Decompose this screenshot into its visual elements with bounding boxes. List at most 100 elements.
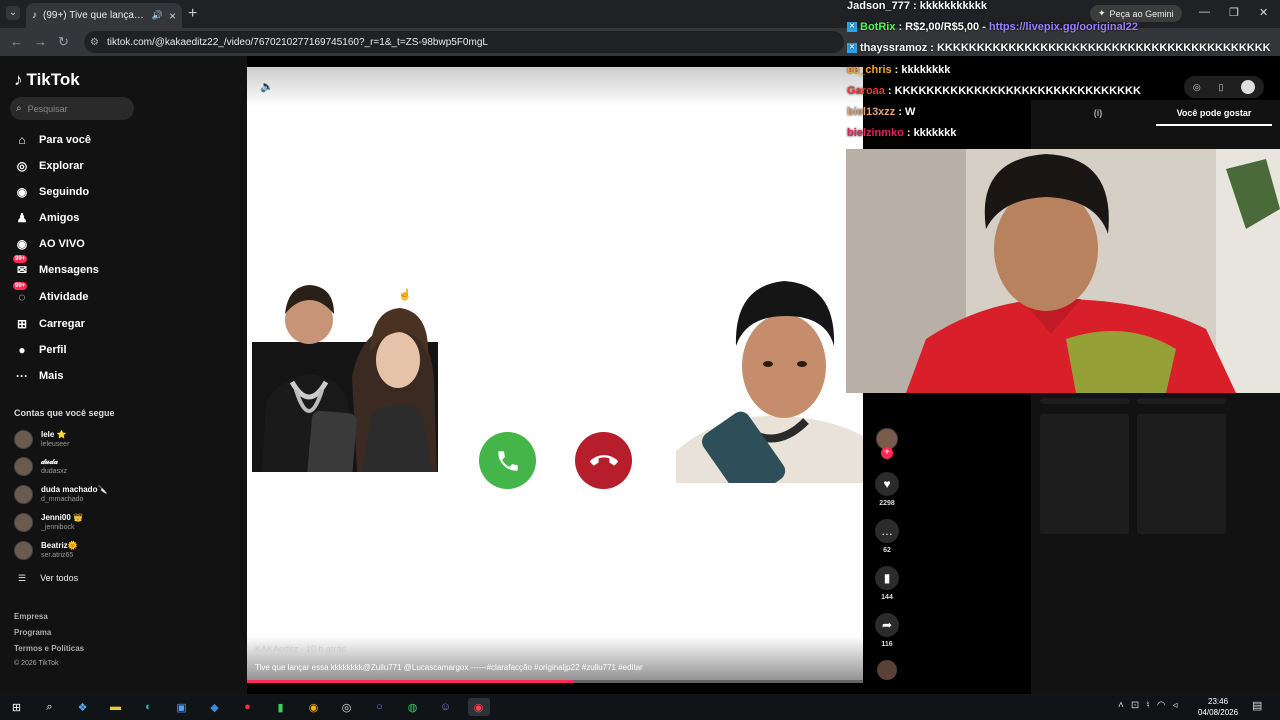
file-explorer-icon[interactable]: ▬ — [105, 698, 127, 716]
see-all-link[interactable]: ☰ Ver todos — [18, 573, 78, 584]
copilot-icon[interactable]: ❖ — [72, 698, 94, 716]
follow-plus-icon[interactable]: + — [881, 447, 893, 459]
sidebar-item-more[interactable]: ··· Mais — [14, 366, 63, 386]
toggle-icon[interactable] — [1241, 80, 1256, 94]
site-info-icon[interactable]: ⚙ — [90, 37, 99, 48]
video-progress-bar[interactable] — [247, 680, 863, 683]
footer-link-company[interactable]: Empresa — [14, 612, 48, 621]
explore-icon: ◎ — [16, 159, 28, 173]
suggested-thumbnail[interactable] — [1040, 398, 1129, 404]
chat-text: : kkkkkkk — [906, 127, 957, 140]
discord-icon[interactable]: ☺ — [435, 698, 457, 716]
app-purple-icon[interactable]: ○ — [369, 698, 391, 716]
whatsapp-icon[interactable]: ◍ — [402, 698, 424, 716]
chat-text: : KKKKKKKKKKKKKKKKKKKKKKKKKKKKKKK — [887, 84, 1141, 97]
sidebar-item-label: Seguindo — [39, 186, 90, 198]
video-author[interactable]: KAKAeditz · 10 h atrás — [255, 644, 346, 654]
search-input[interactable]: ⌕ Pesquisar — [10, 97, 134, 120]
share-icon[interactable]: ➦ — [875, 613, 899, 637]
suggested-thumbnail[interactable] — [1137, 398, 1226, 404]
chat-username: ee_chris — [847, 63, 892, 76]
comment-icon[interactable]: … — [875, 519, 899, 543]
obs-icon[interactable]: ◎ — [336, 698, 358, 716]
following-account[interactable]: Beatriz🌞 ser.atriz65 — [14, 539, 78, 561]
following-account[interactable]: 𝒹𝓊𝒹𝒶 dudasxz — [14, 455, 67, 477]
sidebar-item-profile[interactable]: ● Perfil — [14, 340, 67, 360]
address-bar[interactable]: ⚙ tiktok.com/@kakaeditz22_/video/7670210… — [84, 31, 844, 53]
comment-count: 62 — [883, 547, 891, 554]
chat-message: Garoaa: KKKKKKKKKKKKKKKKKKKKKKKKKKKKKKK — [847, 82, 1141, 100]
accept-call-button[interactable] — [479, 432, 536, 489]
following-icon: ◉ — [16, 185, 28, 199]
chrome-icon[interactable]: ◉ — [303, 698, 325, 716]
tab-info[interactable]: (i) — [1040, 108, 1156, 126]
autoscroll-icon[interactable]: ◎ — [1193, 82, 1201, 93]
comment-action[interactable]: … 62 — [874, 519, 900, 554]
sidebar-item-messages[interactable]: ✉ 99+ Mensagens — [13, 255, 99, 280]
like-icon[interactable]: ♥ — [875, 472, 899, 496]
forward-icon[interactable]: → — [34, 34, 47, 49]
suggested-thumbnail[interactable] — [1040, 414, 1129, 534]
sidebar-item-following[interactable]: ◉ Seguindo — [14, 182, 89, 202]
footer-link-program[interactable]: Programa — [14, 628, 51, 637]
close-window-icon[interactable]: ✕ — [1259, 6, 1268, 19]
app-icon[interactable]: ◆ — [204, 698, 226, 716]
suggested-thumbnail[interactable] — [1137, 414, 1226, 534]
chevron-up-icon[interactable]: ˄ — [1118, 700, 1124, 711]
tab-search-icon[interactable]: ⌄ — [6, 6, 20, 20]
mute-icon[interactable]: 🔈 — [260, 80, 274, 93]
app-green-icon[interactable]: ▮ — [270, 698, 292, 716]
following-account[interactable]: lele ⭐ leleuseer — [14, 428, 69, 450]
following-account[interactable]: Jenni00 👑 _jennibock — [14, 511, 83, 533]
chat-username: BotRix — [860, 21, 896, 34]
taskbar-clock[interactable]: 23:46 04/08/2026 — [1198, 696, 1238, 718]
close-tab-icon[interactable]: × — [169, 9, 176, 23]
sound-disc-icon[interactable] — [877, 660, 897, 680]
new-tab-button[interactable]: + — [188, 5, 197, 23]
following-account[interactable]: duda machado🔪 d_mmachado — [14, 483, 107, 505]
phone-mode-icon[interactable]: ▯ — [1218, 82, 1223, 93]
reload-icon[interactable]: ↻ — [58, 34, 69, 50]
back-icon[interactable]: ← — [10, 34, 23, 49]
sidebar-item-activity[interactable]: ◌ 99+ Atividade — [13, 282, 89, 307]
following-section-title: Contas que você segue — [14, 408, 115, 418]
minimize-icon[interactable]: — — [1199, 6, 1210, 18]
app-red-icon[interactable]: ● — [237, 698, 259, 716]
network-icon[interactable]: ⊡ — [1131, 700, 1139, 711]
save-action[interactable]: ▮ 144 — [874, 566, 900, 601]
sidebar-item-label: Perfil — [39, 344, 67, 356]
chat-message: bielzinmko: kkkkkkk — [847, 124, 956, 142]
sidebar-item-upload[interactable]: ⊞ Carregar — [14, 314, 85, 334]
list-icon: ☰ — [18, 573, 27, 583]
volume-icon[interactable]: ◃ — [1173, 700, 1178, 711]
mic-icon[interactable]: ♮ — [1146, 700, 1150, 711]
edge-icon[interactable]: ◐ — [138, 698, 160, 716]
maximize-icon[interactable]: ❐ — [1229, 6, 1239, 19]
footer-link-terms[interactable]: Termos e Políticas — [14, 644, 84, 653]
search-icon[interactable]: ⌕ — [39, 698, 61, 716]
windows-start-icon[interactable]: ⊞ — [6, 698, 28, 716]
tiktok-logo[interactable]: ♪ TikTok — [14, 70, 80, 90]
share-action[interactable]: ➦ 116 — [874, 613, 900, 648]
sidebar-item-explore[interactable]: ◎ Explorar — [14, 156, 84, 176]
chat-link[interactable]: https://livepix.gg/ooriginal22 — [989, 21, 1138, 33]
like-action[interactable]: ♥ 2298 — [874, 472, 900, 507]
store-icon[interactable]: ▣ — [171, 698, 193, 716]
chat-message: biel13xzz: W — [847, 103, 915, 121]
decline-call-button[interactable] — [575, 432, 632, 489]
chrome-active-icon[interactable]: ◉ — [467, 698, 490, 716]
speaker-icon[interactable]: 🔊 — [152, 10, 163, 21]
chat-message: Jadson_777: kkkkkkkkkkk — [847, 0, 987, 15]
browser-tab[interactable]: ♪ (99+) Tive que lançar essa k... 🔊 × — [26, 3, 182, 28]
save-icon[interactable]: ▮ — [875, 566, 899, 590]
tab-you-may-like[interactable]: Você pode gostar — [1156, 108, 1272, 126]
chat-message: ✕ thayssramoz: KKKKKKKKKKKKKKKKKKKKKKKKKK… — [847, 39, 1271, 57]
sidebar-item-live[interactable]: ◉ AO VIVO — [14, 234, 85, 254]
sidebar-item-compass[interactable]: ⌂ Para você — [14, 130, 91, 150]
chat-username: thayssramoz — [860, 42, 928, 55]
wifi-icon[interactable]: ◠ — [1157, 700, 1166, 711]
notification-icon[interactable]: ▤ — [1252, 699, 1262, 712]
couple-cutout-image — [252, 285, 438, 472]
sidebar-item-friends[interactable]: ♟ Amigos — [14, 208, 80, 228]
account-name: Beatriz🌞 — [41, 540, 78, 550]
